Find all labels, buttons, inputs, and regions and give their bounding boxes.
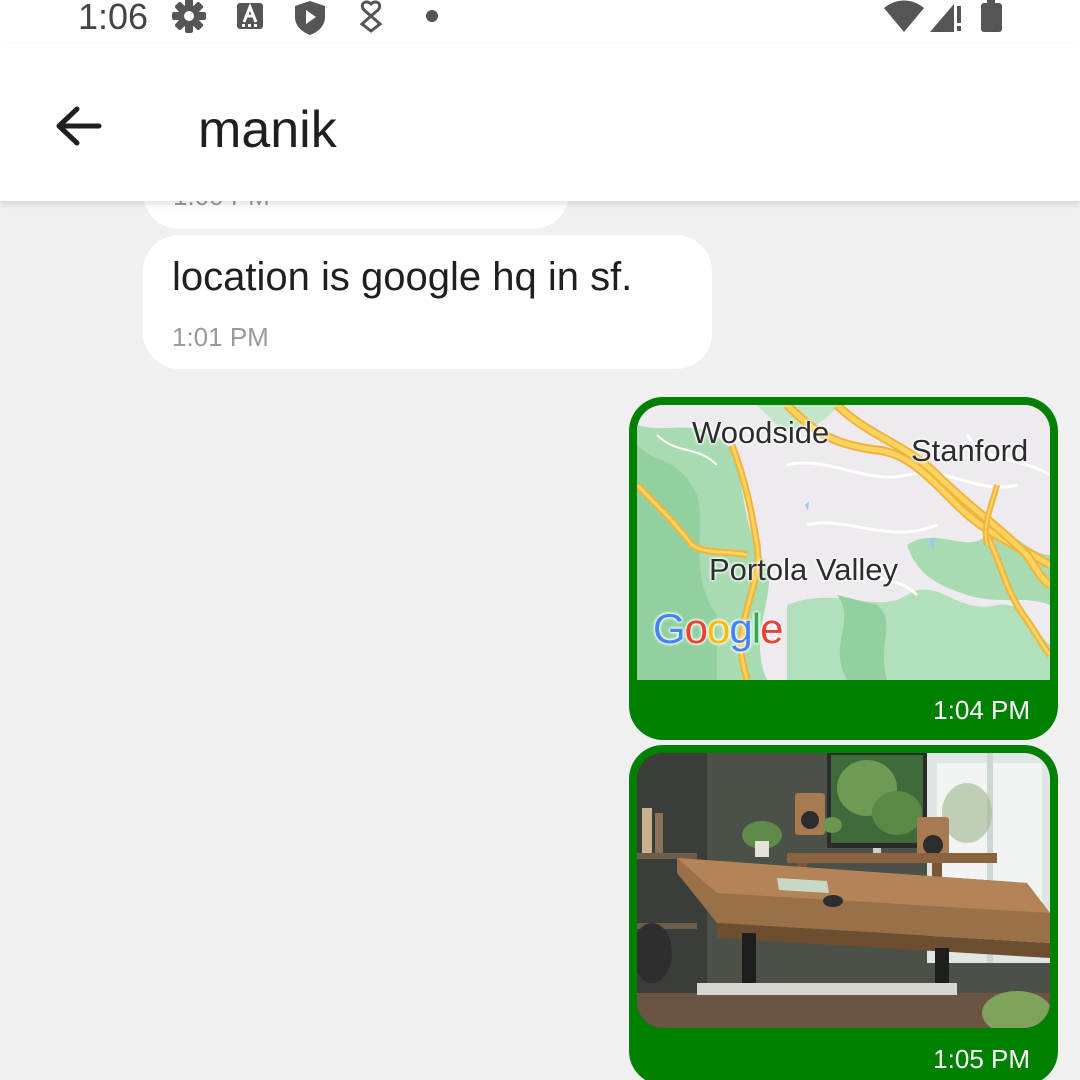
back-button[interactable] xyxy=(48,96,108,156)
map-label-woodside: Woodside xyxy=(692,415,830,450)
photo-thumbnail[interactable] xyxy=(637,753,1050,1028)
message-bubble-incoming[interactable]: location is google hq in sf. 1:01 PM xyxy=(143,235,712,369)
map-label-stanford: Stanford xyxy=(911,433,1029,468)
battery-icon xyxy=(981,0,1002,32)
message-time: 1:05 PM xyxy=(933,1044,1030,1074)
arrow-back-icon xyxy=(56,106,102,146)
message-list[interactable]: 1:00 PM location is google hq in sf. 1:0… xyxy=(0,201,1080,1080)
message-text: location is google hq in sf. xyxy=(172,255,633,299)
status-time: 1:06 xyxy=(78,0,149,37)
chat-title: manik xyxy=(198,101,337,159)
play-shield-icon xyxy=(295,1,325,35)
message-time: 1:00 PM xyxy=(173,201,270,212)
google-logo: Google xyxy=(653,605,783,652)
app-bar: manik xyxy=(0,44,1080,201)
map-thumbnail[interactable]: Woodside Stanford Portola Valley Google xyxy=(637,405,1050,680)
message-time: 1:01 PM xyxy=(172,322,269,352)
map-label-portola-valley: Portola Valley xyxy=(709,552,898,587)
signal-icon xyxy=(930,4,961,32)
location-heart-icon xyxy=(359,0,383,33)
text-a-icon xyxy=(237,2,263,29)
wifi-icon xyxy=(884,0,924,32)
message-bubble-outgoing-map[interactable]: Woodside Stanford Portola Valley Google … xyxy=(629,397,1058,740)
message-bubble-outgoing-image[interactable]: 1:05 PM xyxy=(629,745,1058,1080)
status-bar: 1:06 xyxy=(0,0,1080,44)
message-time: 1:04 PM xyxy=(933,695,1030,725)
desk-photo xyxy=(637,753,1050,1028)
gear-icon xyxy=(172,0,206,33)
message-bubble-incoming[interactable]: 1:00 PM xyxy=(143,201,569,229)
dot-icon xyxy=(426,10,438,22)
